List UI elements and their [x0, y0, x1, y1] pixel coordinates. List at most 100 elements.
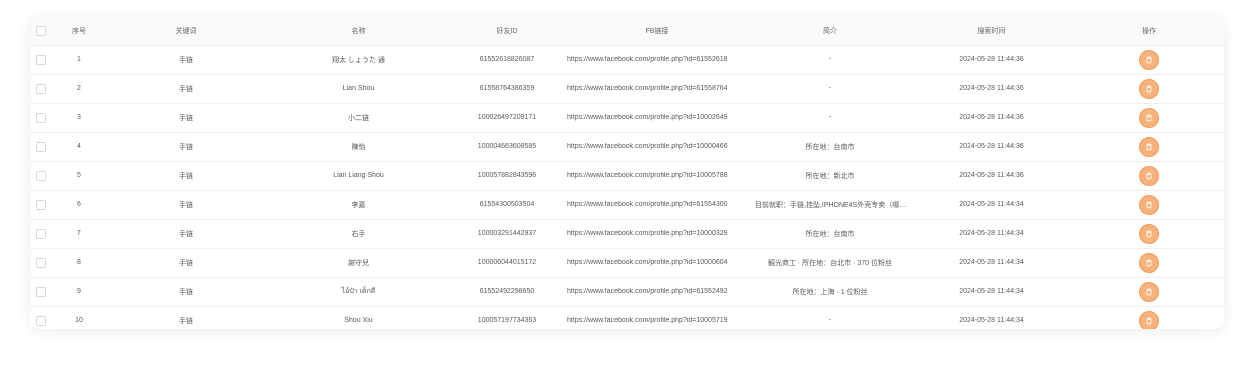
row-name: 李嘉: [266, 190, 451, 220]
row-checkbox[interactable]: [30, 219, 52, 249]
row-checkbox[interactable]: [30, 306, 52, 329]
delete-icon: [1146, 200, 1152, 208]
delete-button[interactable]: [1139, 136, 1159, 157]
row-intro: 観光商工 · 所在地：台北市 · 370 位粉丝: [751, 248, 909, 278]
delete-button[interactable]: [1139, 223, 1159, 244]
row-fb-link[interactable]: https://www.facebook.com/profile.php?id=…: [567, 201, 747, 208]
row-name: 陳怡: [266, 132, 451, 162]
select-all-checkbox[interactable]: [30, 17, 52, 46]
row-fb-link-cell: https://www.facebook.com/profile.php?id=…: [563, 103, 751, 133]
delete-button[interactable]: [1139, 281, 1159, 302]
delete-button[interactable]: [1139, 165, 1159, 186]
row-fb-link-cell: https://www.facebook.com/profile.php?id=…: [563, 190, 751, 220]
row-action-cell: [1074, 74, 1224, 104]
row-checkbox[interactable]: [30, 161, 52, 191]
row-fb-link[interactable]: https://www.facebook.com/profile.php?id=…: [567, 85, 747, 92]
row-checkbox[interactable]: [30, 248, 52, 278]
delete-icon: [1146, 258, 1152, 266]
table-row: 5 手链 Lian Liang Shou 100057882843596 htt…: [30, 161, 1224, 191]
row-action-cell: [1074, 161, 1224, 191]
row-index: 6: [52, 190, 106, 220]
row-friend-id: 100003291442937: [451, 219, 563, 249]
col-header-fb-link: FB链接: [563, 17, 751, 46]
delete-button[interactable]: [1139, 194, 1159, 215]
row-keyword: 手链: [106, 190, 266, 220]
row-fb-link[interactable]: https://www.facebook.com/profile.php?id=…: [567, 56, 747, 63]
row-intro: 所在地：上海 · 1 位粉丝: [751, 277, 909, 307]
row-checkbox[interactable]: [30, 132, 52, 162]
delete-icon: [1146, 171, 1152, 179]
row-fb-link[interactable]: https://www.facebook.com/profile.php?id=…: [567, 114, 747, 121]
row-index: 5: [52, 161, 106, 191]
row-fb-link[interactable]: https://www.facebook.com/profile.php?id=…: [567, 230, 747, 237]
row-fb-link[interactable]: https://www.facebook.com/profile.php?id=…: [567, 288, 747, 295]
delete-button[interactable]: [1139, 252, 1159, 273]
row-fb-link[interactable]: https://www.facebook.com/profile.php?id=…: [567, 172, 747, 179]
table-row: 7 手链 右手 100003291442937 https://www.face…: [30, 219, 1224, 249]
row-intro: 目前就职：手链,挂坠,IPHONE4S外壳专卖（哪…: [751, 190, 909, 220]
delete-button[interactable]: [1139, 107, 1159, 128]
row-action-cell: [1074, 190, 1224, 220]
table-header-row: 序号 关键词 名称 好友ID FB链接 简介 搜索时间 操作: [30, 17, 1224, 46]
row-intro: -: [751, 74, 909, 104]
row-fb-link[interactable]: https://www.facebook.com/profile.php?id=…: [567, 259, 747, 266]
row-checkbox[interactable]: [30, 45, 52, 75]
row-intro: -: [751, 103, 909, 133]
row-name: 右手: [266, 219, 451, 249]
row-intro: 所在地：台南市: [751, 132, 909, 162]
delete-button[interactable]: [1139, 49, 1159, 70]
row-action-cell: [1074, 248, 1224, 278]
row-action-cell: [1074, 277, 1224, 307]
table-row: 1 手链 翔太 しょうた 通 61552618826087 https://ww…: [30, 45, 1224, 75]
row-fb-link-cell: https://www.facebook.com/profile.php?id=…: [563, 277, 751, 307]
row-checkbox[interactable]: [30, 277, 52, 307]
col-header-intro: 简介: [751, 17, 909, 46]
row-index: 1: [52, 45, 106, 75]
row-index: 4: [52, 132, 106, 162]
row-search-time: 2024-05-28 11:44:36: [909, 132, 1074, 162]
row-keyword: 手链: [106, 277, 266, 307]
row-checkbox[interactable]: [30, 103, 52, 133]
row-keyword: 手链: [106, 103, 266, 133]
row-checkbox[interactable]: [30, 74, 52, 104]
delete-button[interactable]: [1139, 78, 1159, 99]
row-index: 10: [75, 317, 83, 325]
delete-icon: [1146, 317, 1152, 324]
row-checkbox[interactable]: [30, 190, 52, 220]
row-name: Lian Shou: [266, 74, 451, 104]
row-fb-link-cell: https://www.facebook.com/profile.php?id=…: [563, 219, 751, 249]
row-fb-link-cell: https://www.facebook.com/profile.php?id=…: [563, 161, 751, 191]
row-fb-link-cell: https://www.facebook.com/profile.php?id=…: [563, 74, 751, 104]
col-header-name: 名称: [266, 17, 451, 46]
row-intro: -: [828, 317, 832, 325]
row-index: 8: [52, 248, 106, 278]
row-fb-link[interactable]: https://www.facebook.com/profile.php?id=…: [567, 317, 747, 324]
row-friend-id: 100004663608585: [451, 132, 563, 162]
table-row: 6 手链 李嘉 61554300503504 https://www.faceb…: [30, 190, 1224, 220]
row-friend-id: 100006044015172: [451, 248, 563, 278]
col-header-keyword: 关键词: [106, 17, 266, 46]
row-search-time: 2024-05-28 11:44:36: [909, 74, 1074, 104]
row-friend-id: 100026497209171: [451, 103, 563, 133]
row-action-cell: [1074, 45, 1224, 75]
row-search-time: 2024-05-28 11:44:36: [909, 45, 1074, 75]
table-row: 10 手链 Shou Xiu 100057197734363 https://w…: [30, 306, 1224, 329]
delete-icon: [1146, 84, 1152, 92]
row-name: 小二链: [266, 103, 451, 133]
row-search-time: 2024-05-28 11:44:36: [909, 103, 1074, 133]
results-table: 序号 关键词 名称 好友ID FB链接 简介 搜索时间 操作 1 手链 翔太 し…: [30, 17, 1224, 329]
row-intro: -: [751, 45, 909, 75]
delete-icon: [1146, 142, 1152, 150]
results-card: 序号 关键词 名称 好友ID FB链接 简介 搜索时间 操作 1 手链 翔太 し…: [30, 17, 1224, 329]
row-name: Shou Xiu: [344, 317, 373, 325]
row-intro: 所在地：台南市: [751, 219, 909, 249]
row-friend-id: 100057882843596: [451, 161, 563, 191]
row-friend-id: 61552618826087: [451, 45, 563, 75]
row-search-time: 2024-05-28 11:44:34: [909, 190, 1074, 220]
row-fb-link-cell: https://www.facebook.com/profile.php?id=…: [563, 132, 751, 162]
row-fb-link-cell: https://www.facebook.com/profile.php?id=…: [563, 45, 751, 75]
row-fb-link[interactable]: https://www.facebook.com/profile.php?id=…: [567, 143, 747, 150]
table-row: 2 手链 Lian Shou 61558764386359 https://ww…: [30, 74, 1224, 104]
row-name: 翔太 しょうた 通: [266, 45, 451, 75]
delete-button[interactable]: [1139, 310, 1159, 329]
